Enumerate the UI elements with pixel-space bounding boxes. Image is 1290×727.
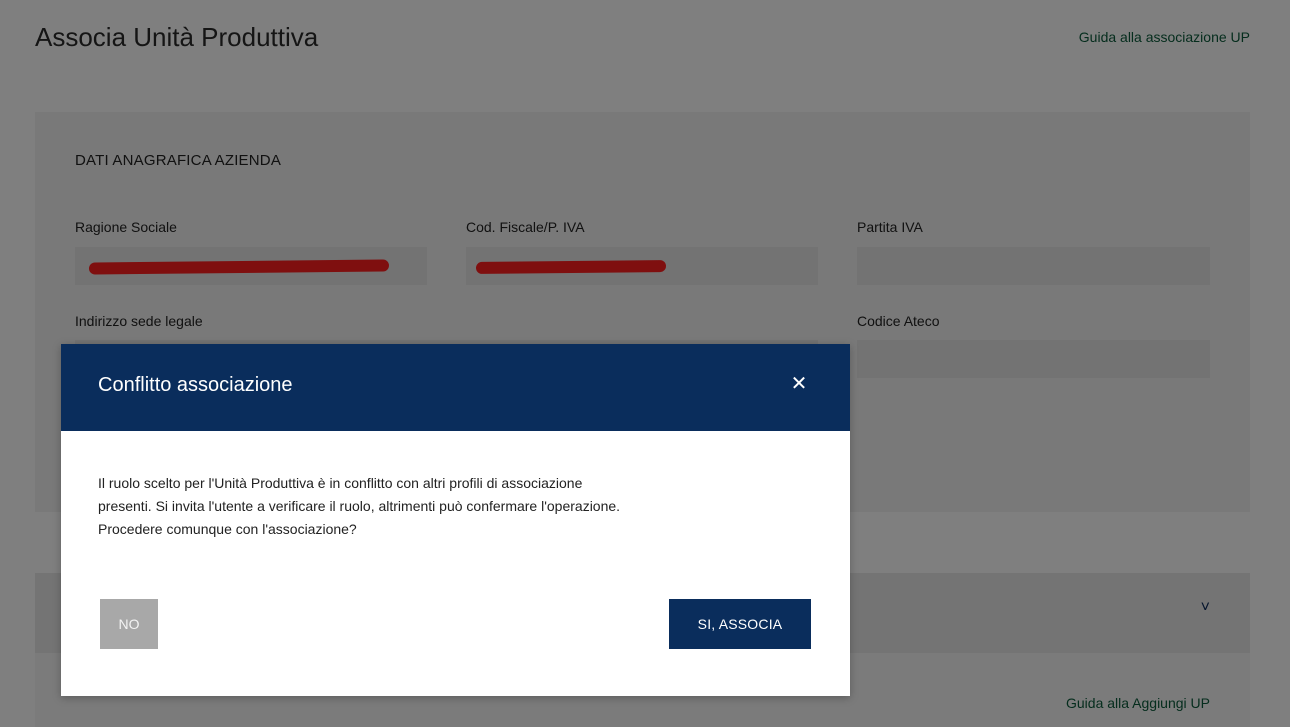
close-icon[interactable]: ✕ bbox=[786, 371, 812, 397]
dialog-message-line: Procedere comunque con l'associazione? bbox=[98, 521, 357, 537]
no-button[interactable]: NO bbox=[100, 599, 158, 649]
dialog-title: Conflitto associazione bbox=[98, 374, 293, 396]
dialog-message-line: presenti. Si invita l'utente a verificar… bbox=[98, 498, 621, 514]
confirm-associate-button[interactable]: SI, ASSOCIA bbox=[669, 599, 811, 649]
dialog-message: Il ruolo scelto per l'Unità Produttiva è… bbox=[98, 472, 798, 541]
dialog-header: Conflitto associazione ✕ bbox=[61, 344, 850, 431]
dialog-message-line: Il ruolo scelto per l'Unità Produttiva è… bbox=[98, 475, 583, 491]
conflict-dialog: Conflitto associazione ✕ Il ruolo scelto… bbox=[61, 344, 850, 696]
